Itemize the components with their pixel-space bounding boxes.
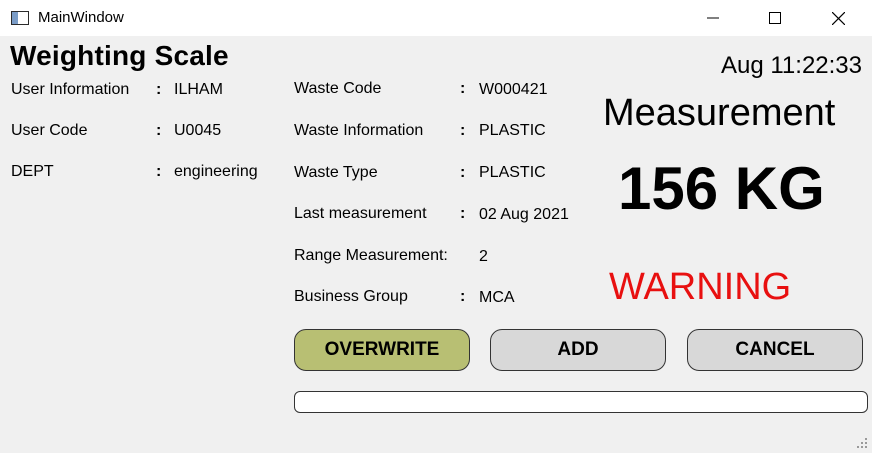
waste-type-label: Waste Type (294, 164, 378, 181)
user-code-label: User Code (11, 122, 88, 139)
window-titlebar: MainWindow (0, 0, 872, 36)
waste-type-value: PLASTIC (479, 164, 546, 181)
measurement-title: Measurement (603, 92, 836, 134)
user-code-value: U0045 (174, 122, 222, 139)
last-measurement-colon: : (460, 205, 466, 222)
minimize-button[interactable] (690, 0, 736, 36)
waste-information-colon: : (460, 122, 466, 139)
close-button[interactable] (815, 0, 861, 36)
waste-information-value: PLASTIC (479, 122, 546, 139)
dept-value: engineering (174, 163, 258, 180)
user-information-colon: : (156, 81, 162, 98)
range-measurement-value: 2 (479, 248, 488, 265)
range-measurement-label: Range Measurement: (294, 247, 448, 264)
resize-grip-icon[interactable] (856, 437, 868, 449)
waste-code-value: W000421 (479, 81, 548, 98)
dept-colon: : (156, 163, 162, 180)
waste-code-label: Waste Code (294, 80, 382, 97)
business-group-colon: : (460, 288, 466, 305)
cancel-button[interactable]: CANCEL (687, 329, 863, 371)
add-button[interactable]: ADD (490, 329, 666, 371)
user-information-label: User Information (11, 81, 130, 98)
measurement-value: 156 KG (618, 155, 825, 222)
overwrite-button[interactable]: OVERWRITE (294, 329, 470, 371)
waste-code-colon: : (460, 80, 466, 97)
progress-bar (294, 391, 868, 413)
user-information-value: ILHAM (174, 81, 223, 98)
business-group-value: MCA (479, 289, 515, 306)
business-group-label: Business Group (294, 288, 408, 305)
last-measurement-label: Last measurement (294, 205, 427, 222)
clock-display: Aug 11:22:33 (720, 52, 862, 79)
last-measurement-value: 02 Aug 2021 (479, 206, 569, 223)
warning-text: WARNING (609, 266, 792, 308)
waste-type-colon: : (460, 164, 466, 181)
app-window-icon (11, 11, 29, 25)
maximize-button[interactable] (752, 0, 798, 36)
window-title: MainWindow (38, 9, 124, 26)
dept-label: DEPT (11, 163, 54, 180)
app-title: Weighting Scale (10, 40, 229, 71)
maximize-icon (769, 12, 781, 24)
waste-information-label: Waste Information (294, 122, 424, 139)
minimize-icon (707, 17, 719, 19)
close-icon (831, 11, 845, 25)
user-code-colon: : (156, 122, 162, 139)
